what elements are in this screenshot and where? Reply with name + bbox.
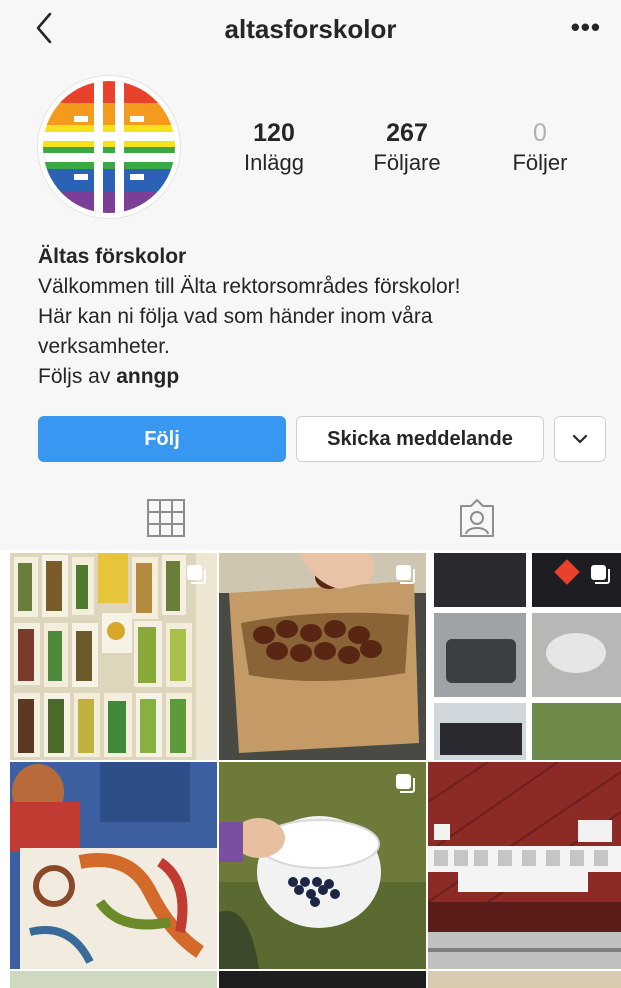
post-thumbnail[interactable] bbox=[219, 971, 426, 988]
stat-posts[interactable]: 120 Inlägg bbox=[214, 118, 334, 178]
bio-line-3: verksamheter. bbox=[38, 335, 170, 358]
post-thumbnail[interactable] bbox=[219, 553, 426, 760]
message-button[interactable]: Skicka meddelande bbox=[296, 416, 544, 462]
multiple-posts-icon bbox=[187, 565, 206, 584]
post-thumbnail[interactable] bbox=[428, 971, 621, 988]
post-thumbnail[interactable] bbox=[10, 553, 217, 760]
profile-tabs bbox=[0, 488, 621, 548]
followed-by-user[interactable]: anngp bbox=[116, 365, 179, 388]
posts-grid bbox=[10, 553, 621, 988]
profile-header: 120 Inlägg 267 Följare 0 Följer Ältas fö… bbox=[0, 60, 621, 550]
more-options-icon[interactable]: ••• bbox=[571, 12, 601, 43]
suggestions-button[interactable] bbox=[554, 416, 606, 462]
children-painting-image bbox=[10, 762, 217, 969]
follow-button[interactable]: Följ bbox=[38, 416, 286, 462]
chevron-down-icon bbox=[572, 434, 588, 444]
red-wall-image bbox=[428, 762, 621, 969]
profile-username: altasforskolor bbox=[224, 14, 397, 44]
bio-line-1: Välkommen till Älta rektorsområdes försk… bbox=[38, 275, 461, 298]
post-thumbnail[interactable] bbox=[428, 762, 621, 969]
stat-followers[interactable]: 267 Följare bbox=[347, 118, 467, 178]
tagged-icon[interactable] bbox=[455, 496, 499, 540]
stat-following-count: 0 bbox=[533, 119, 547, 147]
stat-posts-label: Inlägg bbox=[244, 150, 304, 175]
stat-following-label: Följer bbox=[512, 150, 568, 175]
multiple-posts-icon bbox=[396, 565, 415, 584]
multiple-posts-icon bbox=[396, 774, 415, 793]
bio-line-2: Här kan ni följa vad som händer inom vår… bbox=[38, 305, 433, 328]
post-thumbnail[interactable] bbox=[428, 553, 621, 760]
profile-name: Ältas förskolor bbox=[38, 245, 187, 268]
post-thumbnail[interactable] bbox=[10, 762, 217, 969]
avatar[interactable] bbox=[38, 76, 180, 218]
profile-bio: Ältas förskolor Välkommen till Älta rekt… bbox=[38, 242, 598, 392]
followed-by-prefix: Följs av bbox=[38, 365, 111, 388]
stat-following[interactable]: 0 Följer bbox=[480, 118, 600, 178]
followed-by[interactable]: Följs av anngp bbox=[38, 362, 598, 392]
stat-followers-count: 267 bbox=[386, 119, 428, 147]
stat-followers-label: Följare bbox=[373, 150, 441, 175]
post-thumbnail[interactable] bbox=[219, 762, 426, 969]
post-thumbnail[interactable] bbox=[10, 971, 217, 988]
rainbow-logo bbox=[43, 81, 175, 213]
grid-icon[interactable] bbox=[144, 496, 188, 540]
multiple-posts-icon bbox=[591, 565, 610, 584]
stat-posts-count: 120 bbox=[253, 119, 295, 147]
top-bar: altasforskolor ••• bbox=[0, 0, 621, 60]
